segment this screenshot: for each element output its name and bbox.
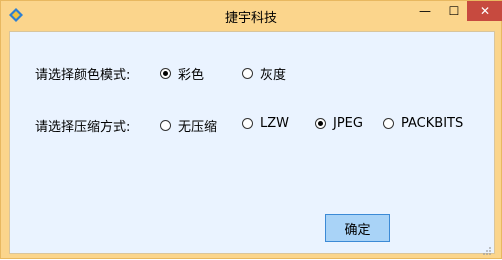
radio-packbits-label: PACKBITS: [401, 116, 464, 131]
close-button[interactable]: ✕: [467, 1, 502, 21]
dialog-content: 请选择颜色模式: 彩色 灰度 请选择压缩方式: 无压缩 LZW JPEG PAC…: [9, 31, 495, 255]
maximize-button[interactable]: ☐: [441, 1, 467, 21]
radio-packbits-indicator: [383, 118, 394, 129]
radio-lzw-label: LZW: [260, 116, 290, 131]
radio-jpeg-indicator: [315, 118, 326, 129]
radio-lzw-indicator: [242, 118, 253, 129]
radio-jpeg-label: JPEG: [333, 116, 363, 131]
minimize-button[interactable]: —: [411, 1, 439, 21]
radio-no-compression[interactable]: 无压缩: [160, 116, 217, 135]
color-mode-label: 请选择颜色模式:: [35, 68, 131, 83]
radio-jpeg[interactable]: JPEG: [315, 116, 363, 131]
radio-color[interactable]: 彩色: [160, 64, 204, 83]
radio-color-label: 彩色: [178, 68, 205, 83]
radio-packbits[interactable]: PACKBITS: [383, 116, 463, 131]
compression-label: 请选择压缩方式:: [35, 120, 131, 135]
radio-color-indicator: [160, 68, 171, 79]
radio-no-compression-indicator: [160, 120, 171, 131]
ok-button[interactable]: 确定: [325, 214, 390, 242]
radio-lzw[interactable]: LZW: [242, 116, 289, 131]
radio-grayscale[interactable]: 灰度: [242, 64, 286, 83]
title-bar[interactable]: 捷宇科技 — ☐ ✕: [1, 1, 502, 30]
radio-no-compression-label: 无压缩: [178, 120, 218, 135]
radio-grayscale-indicator: [242, 68, 253, 79]
radio-grayscale-label: 灰度: [260, 68, 287, 83]
dialog-window: 捷宇科技 — ☐ ✕ 请选择颜色模式: 彩色 灰度 请选择压缩方式: 无压缩 L…: [0, 0, 502, 259]
resize-grip-icon[interactable]: [482, 241, 492, 255]
